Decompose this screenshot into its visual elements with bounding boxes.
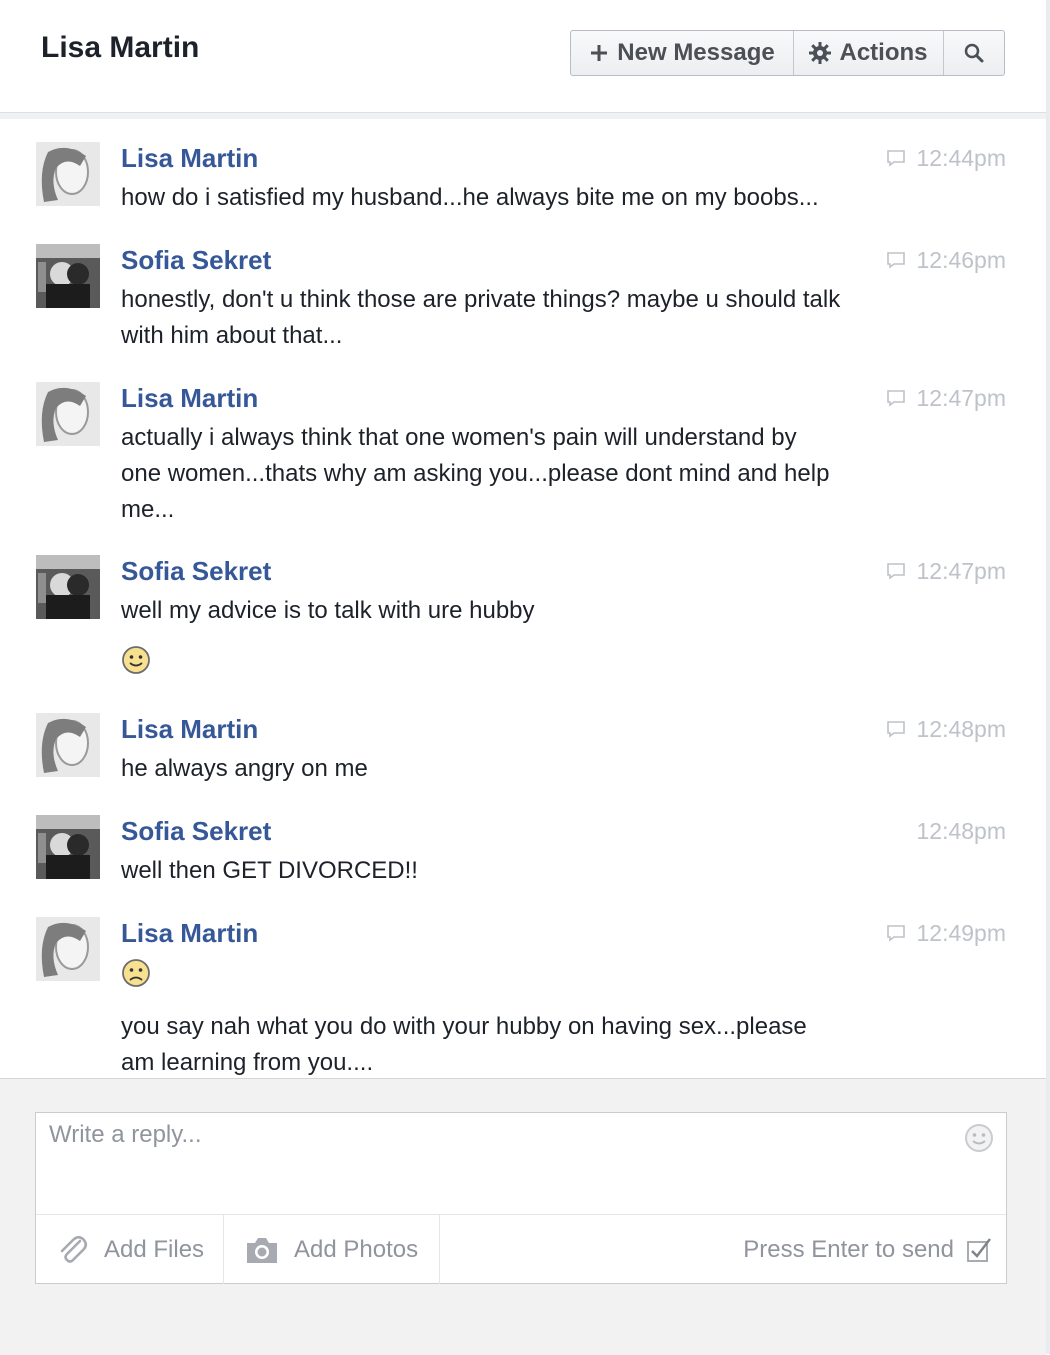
press-enter-to-send-label: Press Enter to send bbox=[743, 1235, 954, 1263]
message-line: well then GET DIVORCED!! bbox=[121, 857, 418, 884]
timestamp: 12:47pm bbox=[886, 555, 1006, 587]
conversation-header: Lisa Martin New Message Actions bbox=[0, 0, 1046, 113]
avatar[interactable] bbox=[36, 713, 100, 777]
message-body: he always angry on me bbox=[121, 751, 911, 787]
scrollbar-track[interactable] bbox=[1046, 0, 1050, 1354]
message-body: how do i satisfied my husband...he alway… bbox=[121, 180, 911, 216]
timestamp-text: 12:44pm bbox=[916, 145, 1006, 171]
message-body: you say nah what you do with your hubby … bbox=[121, 955, 911, 1078]
message-body: actually i always think that one women's… bbox=[121, 420, 911, 528]
message-line: with him about that... bbox=[121, 322, 343, 349]
message-line: one women...thats why am asking you...pl… bbox=[121, 460, 830, 487]
camera-icon bbox=[247, 1237, 277, 1263]
avatar[interactable] bbox=[36, 244, 100, 308]
add-photos-button[interactable]: Add Photos bbox=[224, 1215, 440, 1284]
message-body: honestly, don't u think those are privat… bbox=[121, 282, 911, 354]
message-line: me... bbox=[121, 496, 175, 523]
timestamp: 12:47pm bbox=[886, 382, 1006, 414]
checkbox-checked-icon[interactable] bbox=[966, 1237, 992, 1263]
paperclip-icon bbox=[60, 1235, 88, 1263]
message-list[interactable]: Lisa Martin 12:44pm how do i satisfied m… bbox=[0, 120, 1046, 1078]
avatar[interactable] bbox=[36, 382, 100, 446]
seen-icon bbox=[887, 925, 906, 942]
add-photos-label: Add Photos bbox=[294, 1235, 419, 1263]
timestamp: 12:49pm bbox=[886, 917, 1006, 949]
avatar[interactable] bbox=[36, 815, 100, 879]
actions-button[interactable]: Actions bbox=[794, 31, 944, 75]
timestamp: 12:48pm bbox=[886, 713, 1006, 745]
emoji-picker-button[interactable] bbox=[964, 1123, 994, 1158]
message-line: well my advice is to talk with ure hubby bbox=[121, 597, 535, 624]
new-message-button[interactable]: New Message bbox=[571, 31, 794, 75]
timestamp-text: 12:47pm bbox=[916, 385, 1006, 411]
header-button-group: New Message Actions bbox=[570, 30, 1005, 76]
header-divider bbox=[0, 113, 1046, 119]
sender-name[interactable]: Sofia Sekret bbox=[121, 815, 271, 847]
timestamp: 12:48pm bbox=[916, 815, 1006, 847]
avatar[interactable] bbox=[36, 555, 100, 619]
seen-icon bbox=[887, 721, 906, 738]
timestamp-text: 12:49pm bbox=[916, 920, 1006, 946]
search-icon bbox=[964, 43, 984, 63]
timestamp-text: 12:46pm bbox=[916, 247, 1006, 273]
sender-name[interactable]: Lisa Martin bbox=[121, 917, 258, 949]
seen-icon bbox=[887, 390, 906, 407]
new-message-label: New Message bbox=[617, 39, 775, 66]
search-button[interactable] bbox=[944, 31, 1004, 75]
gear-icon bbox=[809, 42, 832, 64]
sender-name[interactable]: Lisa Martin bbox=[121, 142, 258, 174]
message-line: actually i always think that one women's… bbox=[121, 424, 797, 451]
press-enter-to-send-toggle[interactable]: Press Enter to send bbox=[743, 1215, 992, 1284]
sender-name[interactable]: Sofia Sekret bbox=[121, 555, 271, 587]
smile-icon bbox=[965, 1124, 993, 1152]
message-body: well my advice is to talk with ure hubby bbox=[121, 593, 911, 687]
avatar[interactable] bbox=[36, 142, 100, 206]
actions-label: Actions bbox=[839, 39, 928, 66]
message-line: how do i satisfied my husband...he alway… bbox=[121, 184, 819, 211]
conversation-title: Lisa Martin bbox=[41, 31, 200, 64]
timestamp-text: 12:48pm bbox=[916, 716, 1006, 742]
add-files-label: Add Files bbox=[104, 1235, 205, 1263]
reply-input[interactable] bbox=[36, 1113, 956, 1213]
seen-icon bbox=[887, 252, 906, 269]
message-body: well then GET DIVORCED!! bbox=[121, 853, 911, 889]
message-line: am learning from you.... bbox=[121, 1049, 374, 1076]
sender-name[interactable]: Lisa Martin bbox=[121, 713, 258, 745]
avatar[interactable] bbox=[36, 917, 100, 981]
timestamp: 12:46pm bbox=[886, 244, 1006, 276]
sender-name[interactable]: Sofia Sekret bbox=[121, 244, 271, 276]
seen-icon bbox=[887, 563, 906, 580]
composer-toolbar: Add Files Add Photos Press Enter to send bbox=[36, 1214, 1006, 1284]
timestamp: 12:44pm bbox=[886, 142, 1006, 174]
message-line: honestly, don't u think those are privat… bbox=[121, 286, 841, 313]
add-files-button[interactable]: Add Files bbox=[36, 1215, 224, 1284]
message-line: he always angry on me bbox=[121, 755, 368, 782]
smile-emoji-icon bbox=[122, 646, 150, 674]
seen-icon bbox=[887, 150, 906, 167]
timestamp-text: 12:48pm bbox=[916, 818, 1006, 844]
message-line: you say nah what you do with your hubby … bbox=[121, 1013, 807, 1040]
sender-name[interactable]: Lisa Martin bbox=[121, 382, 258, 414]
timestamp-text: 12:47pm bbox=[916, 558, 1006, 584]
frown-emoji-icon bbox=[122, 959, 150, 987]
plus-icon bbox=[591, 45, 608, 61]
reply-composer: Add Files Add Photos Press Enter to send bbox=[35, 1112, 1007, 1284]
